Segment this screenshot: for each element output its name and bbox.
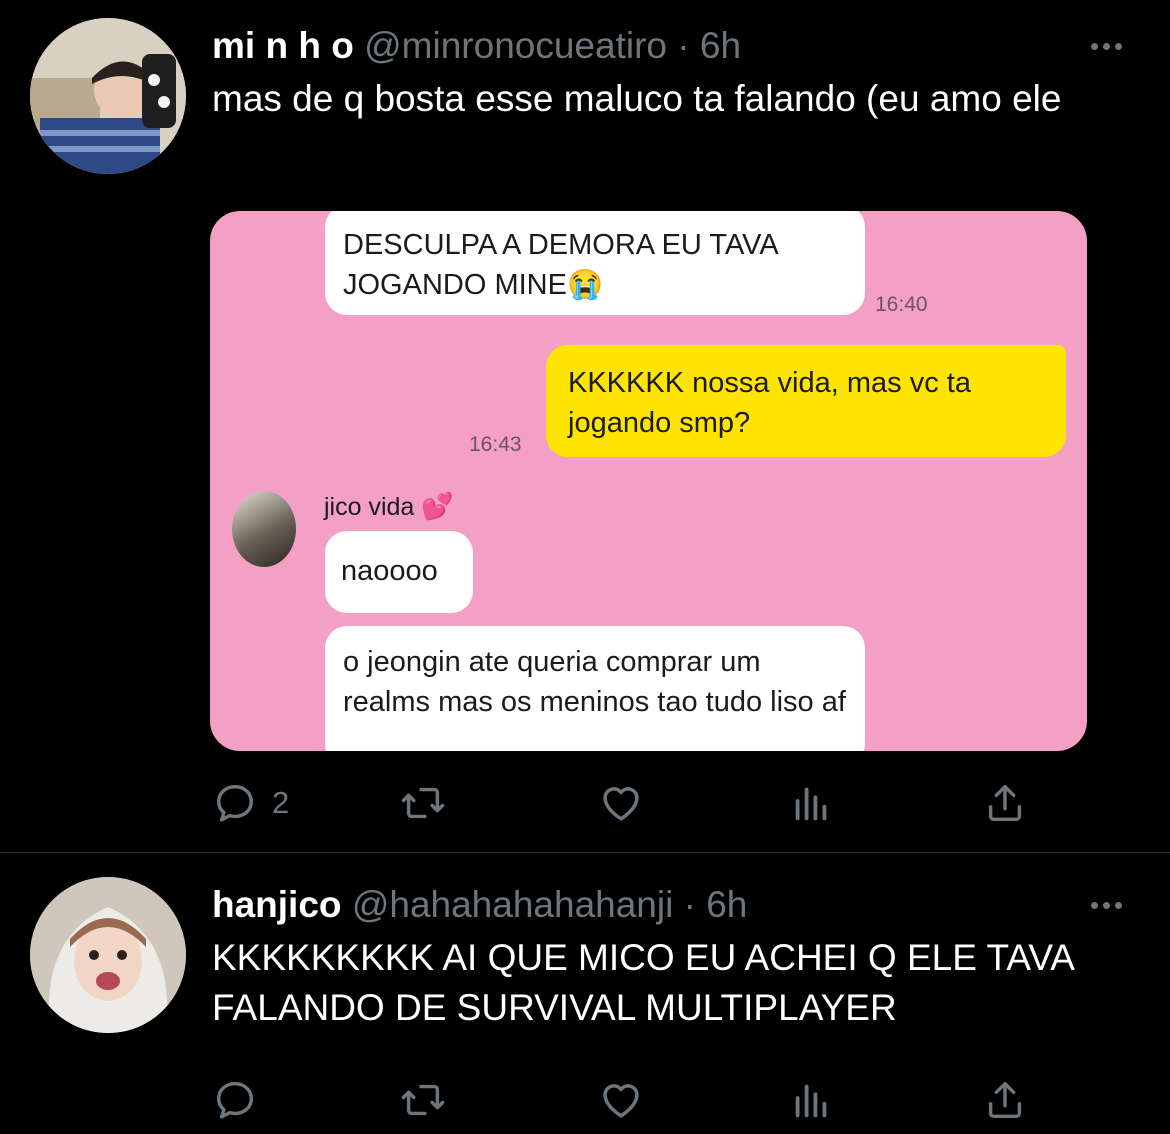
like-button[interactable] <box>598 1075 644 1125</box>
tweet-header: hanjico @hahahahahahanji · 6h <box>212 883 747 927</box>
like-button[interactable] <box>598 778 644 828</box>
retweet-icon <box>401 787 445 819</box>
chat-bubble-sent: KKKKKK nossa vida, mas vc ta jogando smp… <box>546 345 1066 457</box>
share-icon <box>988 1081 1022 1119</box>
reply-icon <box>216 784 254 822</box>
avatar[interactable] <box>30 877 186 1033</box>
retweet-button[interactable] <box>400 1075 446 1125</box>
retweet-icon <box>401 1084 445 1116</box>
analytics-icon <box>795 787 827 821</box>
contact-name-text: jico vida <box>324 493 415 521</box>
timestamp[interactable]: 6h <box>706 884 747 925</box>
analytics-button[interactable] <box>788 1075 834 1125</box>
contact-avatar <box>232 491 296 567</box>
display-name[interactable]: mi n h o <box>212 25 354 66</box>
share-button[interactable] <box>982 778 1028 828</box>
hearts-emoji: 💕 <box>421 491 454 521</box>
contact-name: jico vida 💕 <box>324 491 454 522</box>
separator-dot: · <box>677 25 690 66</box>
message-time: 16:40 <box>875 293 928 316</box>
tweet-header: mi n h o @minronocueatiro · 6h <box>212 24 741 68</box>
timestamp[interactable]: 6h <box>700 25 741 66</box>
media-image[interactable]: DESCULPA A DEMORA EU TAVA JOGANDO MINE😭 … <box>210 211 1087 751</box>
message-time: 16:43 <box>469 433 522 456</box>
chat-bubble-received: DESCULPA A DEMORA EU TAVA JOGANDO MINE😭 <box>325 211 865 315</box>
reply-button[interactable]: 2 <box>212 778 289 828</box>
share-icon <box>988 784 1022 822</box>
chat-bubble-received: o jeongin ate queria comprar um realms m… <box>325 626 865 751</box>
chat-bubble-received: naoooo <box>325 531 473 613</box>
display-name[interactable]: hanjico <box>212 884 342 925</box>
tweet[interactable]: mi n h o @minronocueatiro · 6h mas de q … <box>0 0 1170 852</box>
tweet-text: mas de q bosta esse maluco ta falando (e… <box>212 78 1062 119</box>
heart-icon <box>603 1084 639 1118</box>
user-handle[interactable]: @hahahahahahanji <box>352 884 674 925</box>
separator-dot: · <box>683 884 696 925</box>
more-icon[interactable] <box>1086 36 1126 56</box>
reply-count: 2 <box>272 785 290 820</box>
reply-button[interactable] <box>212 1075 272 1125</box>
action-bar <box>212 1075 1042 1125</box>
action-bar: 2 <box>212 778 1042 828</box>
analytics-icon <box>795 1084 827 1118</box>
more-icon[interactable] <box>1086 895 1126 915</box>
tweet[interactable]: hanjico @hahahahahahanji · 6h KKKKKKKKK … <box>0 853 1170 1134</box>
share-button[interactable] <box>982 1075 1028 1125</box>
heart-icon <box>603 787 639 821</box>
analytics-button[interactable] <box>788 778 834 828</box>
tweet-text: KKKKKKKKK AI QUE MICO EU ACHEI Q ELE TAV… <box>212 937 1073 1028</box>
retweet-button[interactable] <box>400 778 446 828</box>
avatar[interactable] <box>30 18 186 174</box>
reply-icon <box>216 1081 254 1119</box>
user-handle[interactable]: @minronocueatiro <box>364 25 667 66</box>
